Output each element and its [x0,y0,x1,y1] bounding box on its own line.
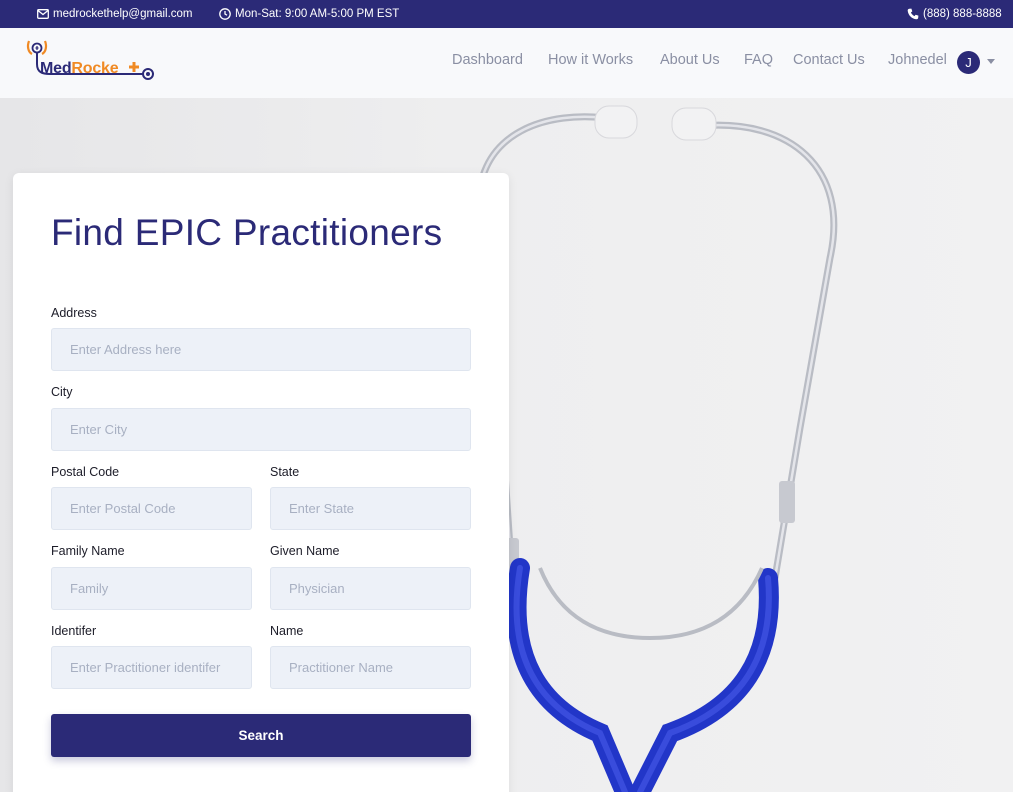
family-name-label: Family Name [51,544,125,558]
given-name-label: Given Name [270,544,340,558]
practitioner-search-card: Find EPIC Practitioners Address City Pos… [13,173,509,792]
address-input[interactable] [51,328,471,371]
phone-icon [907,8,919,20]
brand-name-part2: Rocke [71,60,119,77]
nav-about-us[interactable]: About Us [660,52,720,68]
page-title: Find EPIC Practitioners [51,212,443,253]
state-label: State [270,465,300,479]
nav-contact-us[interactable]: Contact Us [793,52,865,68]
contact-email-text: medrockethelp@gmail.com [53,8,193,20]
city-input[interactable] [51,408,471,451]
contact-phone-text: (888) 888-8888 [923,8,1002,20]
clock-icon [219,8,231,20]
search-button[interactable]: Search [51,714,471,757]
business-hours: Mon-Sat: 9:00 AM-5:00 PM EST [219,0,399,28]
nav-dashboard[interactable]: Dashboard [452,52,523,68]
name-input[interactable] [270,646,471,689]
family-name-input[interactable] [51,567,252,610]
avatar[interactable]: J [957,51,980,74]
user-menu-name[interactable]: Johnedel [888,52,947,68]
address-label: Address [51,306,97,320]
state-input[interactable] [270,487,471,530]
brand-name-part1: Med [40,60,72,77]
top-info-bar: medrockethelp@gmail.com Mon-Sat: 9:00 AM… [0,0,1013,28]
business-hours-text: Mon-Sat: 9:00 AM-5:00 PM EST [235,8,400,20]
envelope-icon [37,9,49,19]
main-navbar: MedRocke Dashboard How it Works About Us… [0,28,1013,98]
postal-code-input[interactable] [51,487,252,530]
given-name-input[interactable] [270,567,471,610]
name-label: Name [270,624,304,638]
chevron-down-icon[interactable] [987,59,995,64]
contact-email[interactable]: medrockethelp@gmail.com [37,0,193,28]
nav-faq[interactable]: FAQ [744,52,773,68]
city-label: City [51,385,73,399]
brand-name: MedRocke [40,60,119,78]
identifier-label: Identifer [51,624,97,638]
contact-phone[interactable]: (888) 888-8888 [907,0,1002,28]
nav-how-it-works[interactable]: How it Works [548,52,633,68]
brand-logo[interactable]: MedRocke [26,38,158,88]
identifier-input[interactable] [51,646,252,689]
postal-code-label: Postal Code [51,465,120,479]
